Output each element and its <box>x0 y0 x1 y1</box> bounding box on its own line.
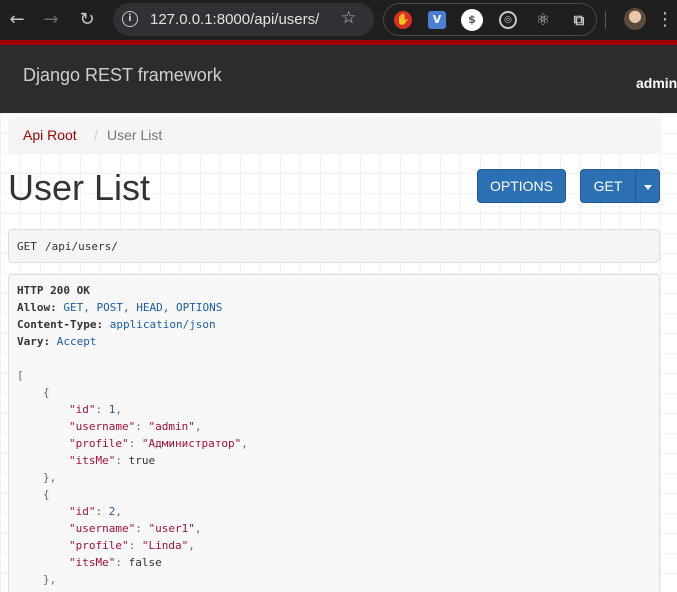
json-key: "id" <box>69 505 96 518</box>
header-value: application/json <box>109 318 216 331</box>
site-info-icon[interactable]: i <box>122 11 138 27</box>
json-key: "profile" <box>69 539 129 552</box>
breadcrumb: Api Root / User List <box>8 117 660 153</box>
hand-stop-icon[interactable]: ✋ <box>394 11 412 29</box>
json-value: "user1" <box>148 522 195 535</box>
address-bar[interactable]: i 127.0.0.1:8000/api/users/ ☆ <box>113 3 374 36</box>
header-name: Content-Type: <box>17 318 104 331</box>
json-value: "Linda" <box>141 539 189 552</box>
json-value: false <box>128 556 162 569</box>
json-field-itsme: "itsMe": true <box>69 454 156 467</box>
get-button[interactable]: GET <box>580 169 636 203</box>
header-value: GET, POST, HEAD, OPTIONS <box>63 301 223 314</box>
header-name: Vary: <box>17 335 51 348</box>
reload-icon[interactable]: ↻ <box>75 8 99 32</box>
header-allow: Allow: GET, POST, HEAD, OPTIONS <box>17 301 222 314</box>
user-menu[interactable]: admin <box>636 75 677 91</box>
json-value: "Администратор" <box>141 437 242 450</box>
request-path: /api/users/ <box>45 240 118 253</box>
puzzle-icon[interactable]: ⧉ <box>570 11 588 29</box>
profile-avatar[interactable] <box>624 8 646 30</box>
response-info: HTTP 200 OK Allow: GET, POST, HEAD, OPTI… <box>8 274 660 592</box>
breadcrumb-current: User List <box>107 127 163 143</box>
bookmark-star-icon[interactable]: ☆ <box>341 8 356 28</box>
dollar-icon[interactable]: $ <box>461 9 483 31</box>
options-button[interactable]: OPTIONS <box>477 169 566 203</box>
json-close-brace: }, <box>43 471 57 484</box>
get-format-dropdown[interactable] <box>635 169 660 203</box>
v-icon[interactable]: V <box>428 11 446 29</box>
page-content: Api Root / User List User List OPTIONS G… <box>0 113 677 592</box>
brand-title[interactable]: Django REST framework <box>23 65 222 86</box>
json-value: true <box>128 454 156 467</box>
header-vary: Vary: Accept <box>17 335 97 348</box>
page-title: User List <box>8 167 151 208</box>
json-key: "itsMe" <box>69 556 116 569</box>
breadcrumb-api-root[interactable]: Api Root <box>23 127 77 143</box>
json-key: "username" <box>69 420 136 433</box>
header-content-type: Content-Type: application/json <box>17 318 216 331</box>
url-path: /api/users/ <box>250 11 320 28</box>
breadcrumb-separator: / <box>94 127 98 143</box>
json-field-id: "id": 2, <box>69 505 122 518</box>
browser-toolbar: ← → ↻ i 127.0.0.1:8000/api/users/ ☆ ✋ V … <box>0 0 677 40</box>
header-name: Allow: <box>17 301 57 314</box>
caret-down-icon <box>643 184 652 190</box>
json-field-id: "id": 1, <box>69 403 122 416</box>
json-key: "itsMe" <box>69 454 116 467</box>
header-value: Accept <box>56 335 97 348</box>
json-field-itsme: "itsMe": false <box>69 556 162 569</box>
json-value: "admin" <box>148 420 195 433</box>
forward-icon[interactable]: → <box>39 8 63 32</box>
request-info: GET /api/users/ <box>8 229 660 263</box>
json-open-bracket: [ <box>17 369 24 382</box>
json-open-brace: { <box>43 488 50 501</box>
json-close-brace: }, <box>43 573 57 586</box>
drf-navbar: Django REST framework admin <box>0 40 677 113</box>
back-icon[interactable]: ← <box>5 8 29 32</box>
toolbar-divider <box>605 11 606 29</box>
more-menu-icon[interactable]: ⋮ <box>656 8 674 32</box>
react-icon[interactable]: ⚛ <box>534 11 552 29</box>
json-field-username: "username": "admin", <box>69 420 202 433</box>
json-field-profile: "profile": "Администратор", <box>69 437 248 450</box>
json-field-username: "username": "user1", <box>69 522 202 535</box>
json-key: "profile" <box>69 437 129 450</box>
url-text[interactable]: 127.0.0.1:8000/api/users/ <box>150 11 319 28</box>
json-key: "id" <box>69 403 96 416</box>
json-key: "username" <box>69 522 136 535</box>
json-field-profile: "profile": "Linda", <box>69 539 195 552</box>
target-icon[interactable]: ◎ <box>499 11 517 29</box>
extensions-bar: ✋ V $ ◎ ⚛ ⧉ <box>383 3 597 36</box>
request-method: GET <box>17 240 37 253</box>
url-host: 127.0.0.1:8000 <box>150 11 251 28</box>
response-status: HTTP 200 OK <box>17 284 90 297</box>
json-open-brace: { <box>43 386 50 399</box>
